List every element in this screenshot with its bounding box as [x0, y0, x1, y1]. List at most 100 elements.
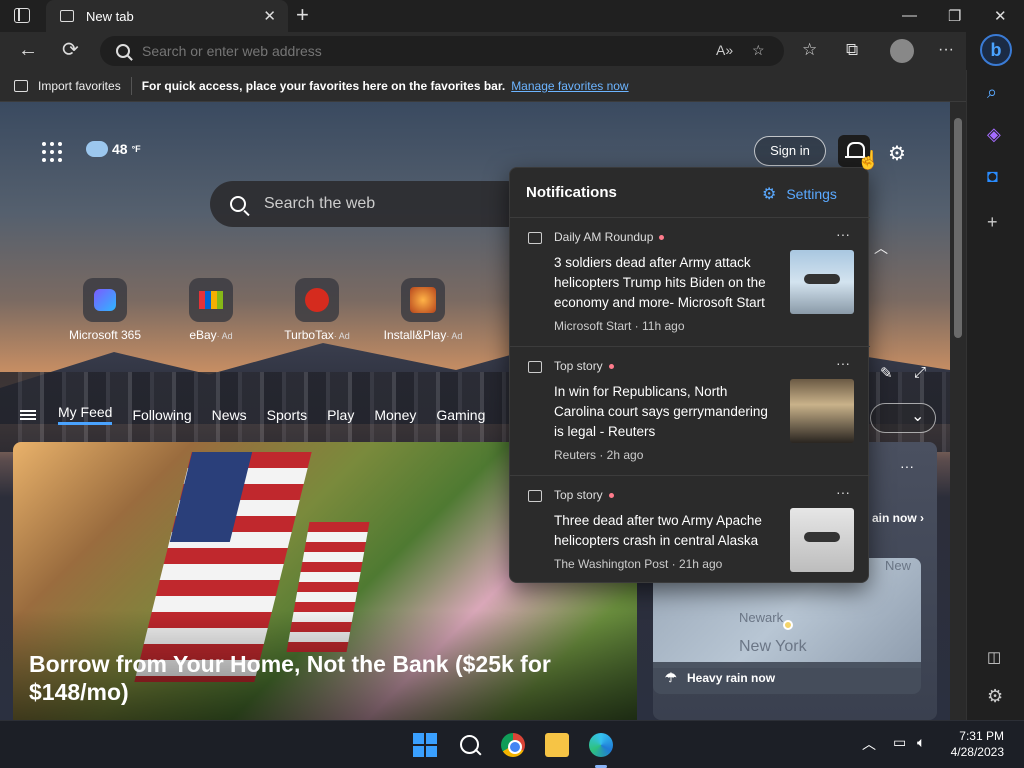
- feed-navigation: My Feed Following News Sports Play Money…: [20, 404, 505, 425]
- rain-alert[interactable]: ☂ Heavy rain now: [653, 662, 921, 694]
- taskbar-search-icon[interactable]: [458, 733, 482, 757]
- new-tab-button[interactable]: +: [296, 4, 309, 26]
- tab-news[interactable]: News: [212, 407, 247, 423]
- rain-now-link[interactable]: ain now ›: [872, 511, 924, 525]
- profile-avatar[interactable]: [890, 39, 914, 63]
- file-explorer-icon[interactable]: [545, 733, 569, 757]
- sidebar-settings-icon[interactable]: ⚙: [987, 686, 1003, 707]
- notification-title: 3 soldiers dead after Army attack helico…: [554, 255, 766, 310]
- show-hidden-icons-chevron[interactable]: ︿: [862, 734, 876, 754]
- ad-badge: · Ad: [216, 331, 233, 341]
- copilot-icon[interactable]: ◈: [987, 124, 1001, 145]
- address-bar[interactable]: A» ☆: [100, 36, 784, 66]
- tab-sports[interactable]: Sports: [267, 407, 307, 423]
- notification-item[interactable]: Top story ··· Three dead after two Army …: [510, 475, 870, 604]
- quick-link-label: TurboTax: [284, 328, 334, 342]
- unread-dot: [659, 234, 665, 240]
- menu-icon[interactable]: [20, 409, 36, 420]
- quick-link-ebay[interactable]: eBay· Ad: [166, 278, 256, 342]
- weather-temp: 48: [112, 141, 128, 157]
- system-clock[interactable]: 7:31 PM 4/28/2023: [944, 728, 1004, 760]
- restore-button[interactable]: ❐: [948, 7, 961, 25]
- refresh-button[interactable]: ⟳: [62, 40, 79, 60]
- address-input[interactable]: [142, 43, 682, 59]
- notification-meta: The Washington Post · 21h ago: [554, 557, 723, 571]
- close-window-button[interactable]: ✕: [994, 7, 1007, 25]
- web-search-box[interactable]: Search the web: [210, 181, 530, 227]
- navigation-bar: ← ⟳ A» ☆ ☆ ⧉ ···: [0, 32, 966, 70]
- expand-icon[interactable]: ⤢: [914, 364, 926, 381]
- cloud-rain-icon: [86, 141, 108, 157]
- notification-source: Top story: [554, 359, 603, 373]
- manage-favorites-link[interactable]: Manage favorites now: [511, 79, 628, 93]
- back-button[interactable]: ←: [18, 40, 38, 60]
- feed-layout-dropdown[interactable]: [870, 403, 936, 433]
- gear-icon: ⚙: [762, 186, 777, 203]
- personalize-icon[interactable]: ✎: [880, 364, 893, 382]
- collections-icon[interactable]: ⧉: [846, 40, 858, 60]
- tab-play[interactable]: Play: [327, 407, 354, 423]
- tab-money[interactable]: Money: [374, 407, 416, 423]
- tab-my-feed[interactable]: My Feed: [58, 404, 113, 425]
- tab-following[interactable]: Following: [132, 407, 191, 423]
- quick-link-install-play[interactable]: Install&Play· Ad: [378, 278, 468, 342]
- clock-time: 7:31 PM: [959, 729, 1004, 743]
- notification-source-row: Top story: [554, 488, 614, 502]
- notification-item[interactable]: Daily AM Roundup ··· 3 soldiers dead aft…: [510, 217, 870, 346]
- news-icon: [528, 361, 542, 373]
- more-options-button[interactable]: ···: [836, 355, 850, 371]
- favorites-hint: For quick access, place your favorites h…: [141, 78, 506, 93]
- favorites-icon[interactable]: ☆: [802, 40, 817, 60]
- add-favorite-icon[interactable]: ☆: [752, 42, 765, 59]
- tab-actions-icon[interactable]: [14, 8, 30, 23]
- hero-headline: Borrow from Your Home, Not the Bank ($25…: [29, 651, 551, 705]
- tab-title: New tab: [86, 8, 134, 24]
- minimize-button[interactable]: —: [902, 7, 917, 24]
- weather-unit: °F: [131, 144, 141, 154]
- chrome-icon[interactable]: [501, 733, 525, 757]
- search-icon[interactable]: ⌕: [987, 82, 997, 103]
- bing-chat-icon[interactable]: b: [980, 34, 1012, 66]
- collapse-chevron-icon[interactable]: ︿: [874, 238, 888, 258]
- card-more-button[interactable]: ···: [900, 458, 914, 474]
- close-tab-icon[interactable]: ✕: [263, 7, 276, 25]
- network-icon[interactable]: ▭: [893, 734, 906, 751]
- turbotax-icon: [295, 278, 339, 322]
- tab-new-tab[interactable]: New tab ✕: [46, 0, 288, 32]
- hide-sidebar-icon[interactable]: ◫: [987, 648, 1001, 666]
- apps-launcher-icon[interactable]: [42, 142, 62, 162]
- notification-item[interactable]: Top story ··· In win for Republicans, No…: [510, 346, 870, 475]
- quick-link-turbotax[interactable]: TurboTax· Ad: [272, 278, 362, 342]
- helicopter-thumbnail: [790, 250, 854, 314]
- quick-link-label: Install&Play: [383, 328, 447, 342]
- settings-and-more-button[interactable]: ···: [938, 40, 954, 60]
- sign-in-button[interactable]: Sign in: [754, 136, 826, 166]
- page-settings-icon[interactable]: ⚙: [888, 141, 906, 166]
- notification-source-row: Daily AM Roundup: [554, 230, 665, 244]
- panel-title: Notifications: [526, 184, 617, 201]
- scrollbar-thumb[interactable]: [954, 118, 962, 338]
- import-favorites-button[interactable]: Import favorites: [38, 79, 121, 93]
- import-icon: [14, 79, 28, 92]
- notification-settings-link[interactable]: ⚙ Settings: [762, 184, 837, 204]
- ad-badge: · Ad: [446, 331, 463, 341]
- ebay-icon: [189, 278, 233, 322]
- outlook-icon[interactable]: ◘: [987, 166, 998, 187]
- weather-widget[interactable]: 48 °F: [86, 141, 141, 157]
- news-icon: [528, 490, 542, 502]
- search-placeholder: Search the web: [264, 195, 376, 212]
- tab-gaming[interactable]: Gaming: [436, 407, 485, 423]
- more-options-button[interactable]: ···: [836, 484, 850, 500]
- edge-icon[interactable]: [589, 733, 613, 757]
- add-icon[interactable]: +: [987, 212, 998, 233]
- quick-link-label: Microsoft 365: [68, 328, 142, 342]
- more-options-button[interactable]: ···: [836, 226, 850, 242]
- start-button-icon[interactable]: [413, 733, 437, 757]
- quick-link-microsoft-365[interactable]: Microsoft 365: [60, 278, 150, 342]
- volume-icon[interactable]: 🔈︎: [917, 734, 925, 751]
- read-aloud-icon[interactable]: A»: [716, 42, 733, 58]
- install-play-icon: [401, 278, 445, 322]
- umbrella-icon: ☂: [665, 670, 677, 685]
- notification-title: Three dead after two Army Apache helicop…: [554, 513, 762, 548]
- search-icon: [230, 196, 246, 212]
